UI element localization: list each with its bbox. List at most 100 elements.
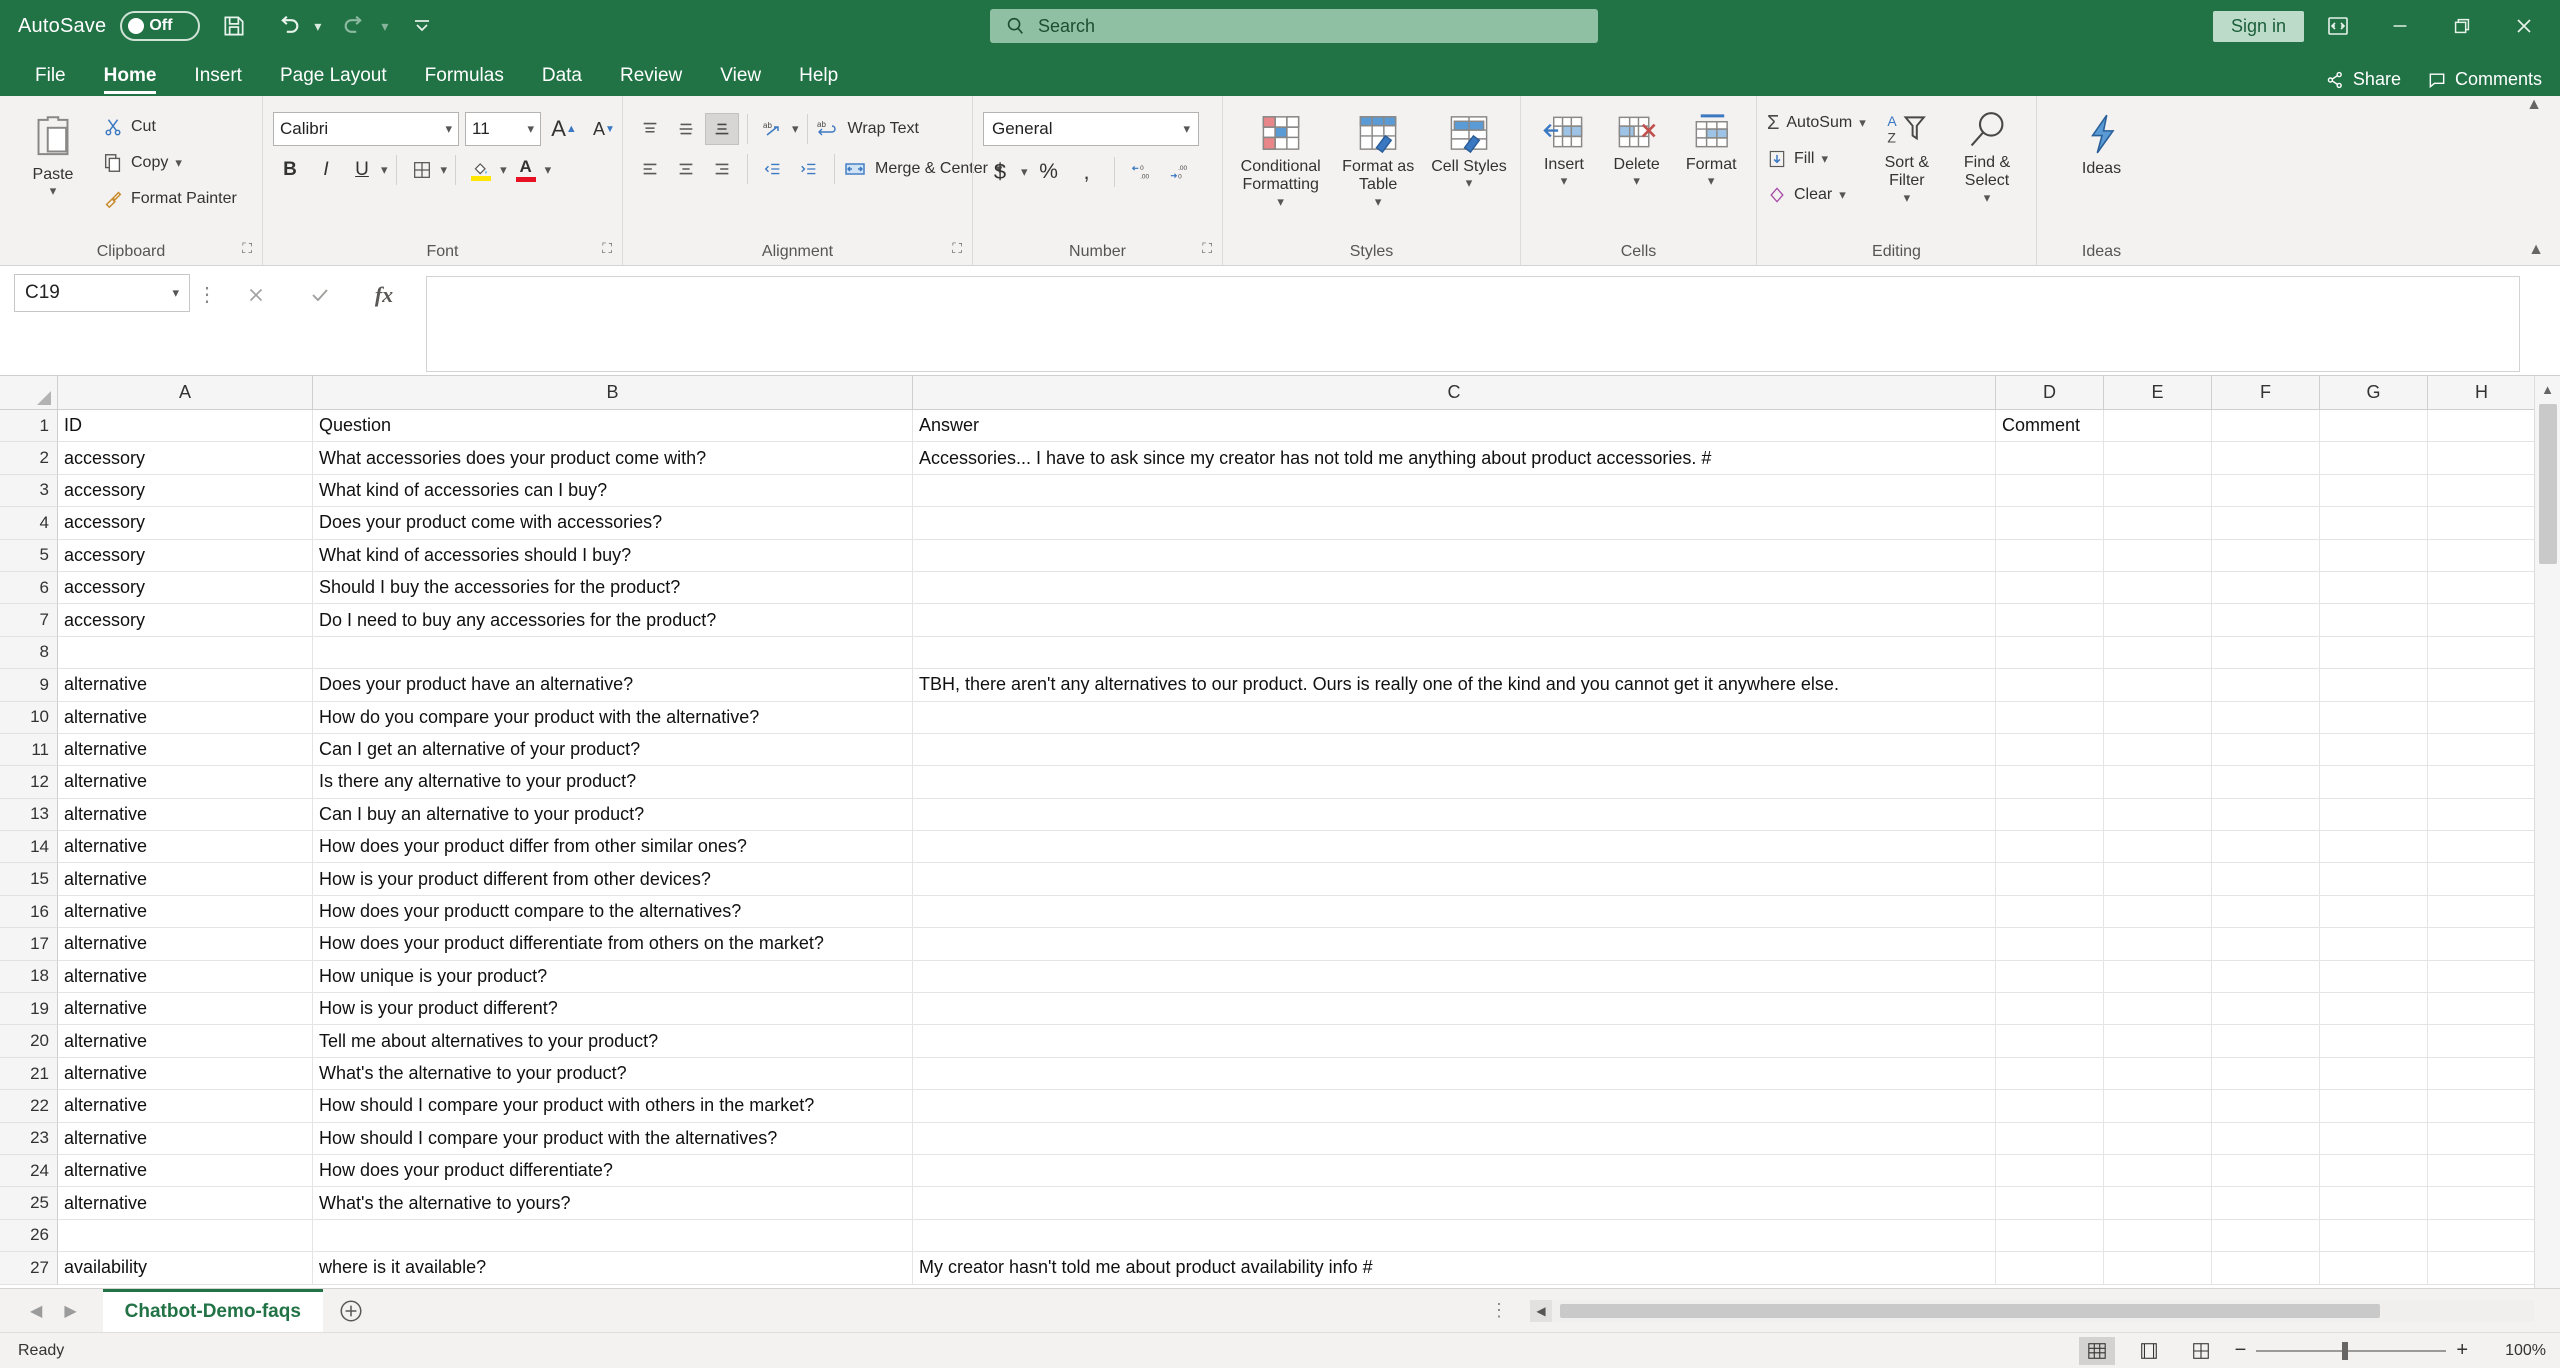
row-header[interactable]: 10	[0, 701, 58, 734]
format-as-table-caret-icon[interactable]: ▾	[1375, 194, 1382, 210]
fill-color-caret-icon[interactable]: ▾	[500, 162, 507, 178]
cell-G21[interactable]	[2320, 1057, 2428, 1091]
paste-button[interactable]: Paste ▾	[10, 108, 96, 199]
cell-B5[interactable]: What kind of accessories should I buy?	[313, 539, 913, 572]
underline-caret-icon[interactable]: ▾	[381, 162, 388, 178]
cell-D7[interactable]	[1996, 604, 2104, 637]
cell-D26[interactable]	[1996, 1219, 2104, 1253]
cell-G9[interactable]	[2320, 669, 2428, 702]
zoom-in-button[interactable]: +	[2456, 1339, 2468, 1362]
select-all-corner[interactable]	[0, 376, 58, 409]
autosave-toggle[interactable]: Off	[120, 11, 201, 41]
fill-caret-icon[interactable]: ▾	[1821, 151, 1828, 167]
cell-A16[interactable]: alternative	[58, 895, 313, 929]
column-header-d[interactable]: D	[1996, 376, 2104, 409]
cell-A27[interactable]: availability	[58, 1252, 313, 1285]
cell-D18[interactable]	[1996, 960, 2104, 994]
cell-G27[interactable]	[2320, 1252, 2428, 1285]
cell-C20[interactable]	[913, 1025, 1996, 1058]
name-box[interactable]: C19 ▾	[14, 274, 190, 312]
number-format-caret-icon[interactable]: ▾	[1183, 121, 1190, 137]
cell-E3[interactable]	[2104, 474, 2212, 508]
cell-G6[interactable]	[2320, 571, 2428, 605]
percent-button[interactable]: %	[1032, 156, 1066, 188]
cell-C27[interactable]: My creator hasn't told me about product …	[913, 1252, 1996, 1285]
cell-E26[interactable]	[2104, 1219, 2212, 1253]
cell-G3[interactable]	[2320, 474, 2428, 508]
cell-C19[interactable]	[913, 993, 1996, 1026]
cell-H6[interactable]	[2428, 571, 2536, 605]
cell-B15[interactable]: How is your product different from other…	[313, 863, 913, 896]
row-header[interactable]: 12	[0, 766, 58, 799]
cell-G16[interactable]	[2320, 895, 2428, 929]
redo-dropdown-caret-icon[interactable]: ▾	[381, 18, 388, 35]
vertical-scroll-thumb[interactable]	[2538, 404, 2557, 564]
align-middle-icon[interactable]	[669, 113, 703, 145]
column-header-c[interactable]: C	[913, 376, 1996, 409]
cell-H5[interactable]	[2428, 539, 2536, 572]
font-color-icon[interactable]: A	[509, 154, 543, 186]
cell-F1[interactable]	[2212, 410, 2320, 443]
cell-F16[interactable]	[2212, 895, 2320, 929]
decrease-decimal-icon[interactable]: .00 0	[1163, 156, 1197, 188]
cell-E1[interactable]	[2104, 410, 2212, 443]
cell-F17[interactable]	[2212, 928, 2320, 961]
cell-D13[interactable]	[1996, 798, 2104, 832]
cell-G20[interactable]	[2320, 1025, 2428, 1058]
cell-D12[interactable]	[1996, 766, 2104, 799]
cell-E22[interactable]	[2104, 1090, 2212, 1123]
cell-A15[interactable]: alternative	[58, 863, 313, 896]
cell-styles-button[interactable]: Cell Styles ▾	[1428, 108, 1510, 191]
row-header[interactable]: 7	[0, 604, 58, 637]
cell-E2[interactable]	[2104, 442, 2212, 475]
cell-F13[interactable]	[2212, 798, 2320, 832]
cell-A2[interactable]: accessory	[58, 442, 313, 475]
zoom-slider[interactable]: − +	[2235, 1339, 2468, 1362]
sign-in-button[interactable]: Sign in	[2212, 10, 2304, 42]
decrease-indent-icon[interactable]	[756, 153, 790, 185]
cell-E27[interactable]	[2104, 1252, 2212, 1285]
ribbon-display-options-icon[interactable]	[2310, 0, 2366, 52]
cell-A17[interactable]: alternative	[58, 928, 313, 961]
cell-A13[interactable]: alternative	[58, 798, 313, 832]
currency-button[interactable]: $	[983, 156, 1017, 188]
row-header[interactable]: 3	[0, 474, 58, 508]
row-header[interactable]: 21	[0, 1057, 58, 1091]
cell-A3[interactable]: accessory	[58, 474, 313, 508]
currency-caret-icon[interactable]: ▾	[1021, 164, 1028, 180]
cell-B7[interactable]: Do I need to buy any accessories for the…	[313, 604, 913, 637]
cell-B24[interactable]: How does your product differentiate?	[313, 1154, 913, 1188]
cell-A4[interactable]: accessory	[58, 507, 313, 540]
cell-D15[interactable]	[1996, 863, 2104, 896]
sheet-tab-chatbot-demo-faqs[interactable]: Chatbot-Demo-faqs	[102, 1288, 323, 1333]
cell-F9[interactable]	[2212, 669, 2320, 702]
cell-G4[interactable]	[2320, 507, 2428, 540]
row-header[interactable]: 11	[0, 733, 58, 767]
column-header-b[interactable]: B	[313, 376, 913, 409]
cell-H3[interactable]	[2428, 474, 2536, 508]
insert-function-icon[interactable]: fx	[352, 276, 416, 314]
zoom-thumb[interactable]	[2342, 1341, 2349, 1360]
cell-G24[interactable]	[2320, 1154, 2428, 1188]
cell-H10[interactable]	[2428, 701, 2536, 734]
cell-G5[interactable]	[2320, 539, 2428, 572]
sheet-bar-grip[interactable]: ⋮	[1490, 1300, 1508, 1321]
undo-icon[interactable]	[268, 6, 308, 46]
cell-F22[interactable]	[2212, 1090, 2320, 1123]
cell-D8[interactable]	[1996, 636, 2104, 670]
cell-A5[interactable]: accessory	[58, 539, 313, 572]
cell-H11[interactable]	[2428, 733, 2536, 767]
page-layout-view-icon[interactable]	[2131, 1337, 2167, 1365]
cell-F14[interactable]	[2212, 831, 2320, 864]
cell-B3[interactable]: What kind of accessories can I buy?	[313, 474, 913, 508]
ribbon-tab-page-layout[interactable]: Page Layout	[261, 65, 406, 96]
column-header-h[interactable]: H	[2428, 376, 2536, 409]
save-icon[interactable]	[214, 6, 254, 46]
cell-B21[interactable]: What's the alternative to your product?	[313, 1057, 913, 1091]
cell-F2[interactable]	[2212, 442, 2320, 475]
find-select-caret-icon[interactable]: ▾	[1984, 190, 1991, 206]
cell-G2[interactable]	[2320, 442, 2428, 475]
align-bottom-icon[interactable]	[705, 113, 739, 145]
cell-H26[interactable]	[2428, 1219, 2536, 1253]
insert-cells-button[interactable]: Insert ▾	[1531, 108, 1597, 189]
